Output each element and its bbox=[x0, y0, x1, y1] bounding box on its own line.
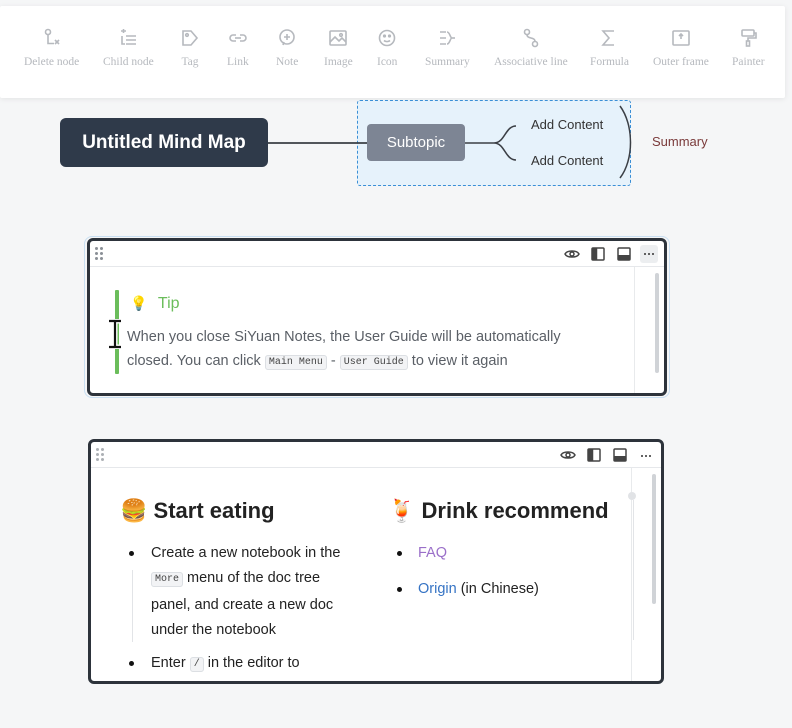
painter-label: Painter bbox=[732, 56, 765, 68]
faq-link[interactable]: FAQ bbox=[418, 545, 447, 561]
list-item-text: Enter bbox=[151, 655, 190, 671]
column-resize-handle[interactable] bbox=[628, 492, 636, 500]
drag-handle-icon[interactable] bbox=[95, 247, 107, 261]
split-left-icon[interactable] bbox=[590, 246, 606, 262]
icon-label: Icon bbox=[377, 56, 398, 68]
burger-icon: 🍔 bbox=[120, 499, 148, 524]
tag-label: Tag bbox=[181, 56, 199, 68]
text-cursor-icon bbox=[109, 319, 121, 349]
formula-button[interactable]: Formula bbox=[590, 28, 629, 68]
cocktail-icon: 🍹 bbox=[388, 499, 416, 524]
outer-frame-icon bbox=[672, 30, 690, 46]
link-label: Link bbox=[227, 56, 249, 68]
list-item: Enter / in the editor to bbox=[151, 651, 361, 679]
drag-handle-icon[interactable] bbox=[96, 448, 108, 462]
image-label: Image bbox=[324, 56, 353, 68]
list-item-text: (in Chinese) bbox=[456, 581, 539, 597]
painter-button[interactable]: Painter bbox=[732, 28, 765, 68]
subtopic-node[interactable]: Subtopic bbox=[367, 124, 465, 161]
slash-kbd: / bbox=[189, 657, 204, 672]
root-node[interactable]: Untitled Mind Map bbox=[60, 118, 268, 167]
icon-icon bbox=[378, 29, 396, 47]
tip-embed-block[interactable]: 💡 Tip When you close SiYuan Notes, the U… bbox=[87, 238, 667, 396]
more-kbd: More bbox=[151, 571, 184, 587]
lightbulb-icon: 💡 bbox=[130, 296, 148, 312]
user-guide-kbd: User Guide bbox=[339, 355, 408, 370]
tip-heading: 💡 Tip bbox=[130, 295, 180, 313]
child-node-icon bbox=[121, 29, 137, 45]
painter-icon bbox=[741, 29, 758, 47]
summary-button[interactable]: Summary bbox=[425, 28, 470, 68]
tag-icon bbox=[182, 30, 199, 46]
mindmap-toolbar: Delete node Child node Tag Link Note Ima… bbox=[0, 6, 785, 98]
list-bullet bbox=[397, 587, 402, 592]
tip-title: Tip bbox=[157, 295, 180, 312]
list-item-text: Create a new notebook in the bbox=[151, 545, 341, 561]
image-button[interactable]: Image bbox=[324, 28, 353, 68]
separator-text: - bbox=[326, 353, 340, 369]
list-item-text: in the editor to bbox=[203, 655, 300, 671]
associative-line-icon bbox=[523, 28, 539, 48]
block-toolbar bbox=[90, 241, 664, 267]
split-bottom-icon[interactable] bbox=[616, 246, 632, 262]
heading-text: Drink recommend bbox=[421, 498, 609, 523]
outer-frame-label: Outer frame bbox=[653, 56, 709, 68]
link-button[interactable]: Link bbox=[227, 28, 249, 68]
note-icon bbox=[279, 29, 295, 46]
more-icon[interactable] bbox=[637, 447, 653, 463]
main-menu-kbd: Main Menu bbox=[264, 355, 327, 370]
origin-link[interactable]: Origin bbox=[418, 581, 457, 597]
block-toolbar bbox=[91, 442, 661, 468]
eye-icon[interactable] bbox=[564, 246, 580, 262]
formula-icon bbox=[601, 30, 615, 46]
link-icon bbox=[229, 34, 247, 42]
heading-text: Start eating bbox=[153, 498, 275, 523]
split-bottom-icon[interactable] bbox=[612, 447, 628, 463]
list-bullet bbox=[129, 661, 134, 666]
list-item: Create a new notebook in the More menu o… bbox=[151, 541, 361, 642]
leaf-node[interactable]: Add Content bbox=[531, 153, 603, 168]
delete-node-icon bbox=[44, 28, 60, 45]
more-icon[interactable] bbox=[640, 245, 658, 263]
formula-label: Formula bbox=[590, 56, 629, 68]
scrollbar-thumb[interactable] bbox=[655, 273, 659, 373]
image-icon bbox=[329, 30, 348, 46]
summary-node[interactable]: Summary bbox=[652, 134, 708, 149]
list-guide-line bbox=[132, 570, 133, 642]
start-eating-heading: 🍔 Start eating bbox=[120, 498, 275, 524]
list-item-text: menu of the doc tree bbox=[183, 569, 321, 586]
child-node-label: Child node bbox=[103, 56, 154, 68]
note-label: Note bbox=[276, 56, 299, 68]
list-item-text: under the notebook bbox=[151, 621, 276, 638]
delete-node-label: Delete node bbox=[24, 56, 80, 68]
eye-icon[interactable] bbox=[560, 447, 576, 463]
list-bullet bbox=[129, 551, 134, 556]
split-left-icon[interactable] bbox=[586, 447, 602, 463]
associative-line-label: Associative line bbox=[494, 56, 568, 68]
list-item: Origin (in Chinese) bbox=[418, 577, 539, 602]
outer-frame-button[interactable]: Outer frame bbox=[653, 28, 709, 68]
list-item: FAQ bbox=[418, 541, 447, 566]
child-node-button[interactable]: Child node bbox=[103, 28, 154, 68]
delete-node-button[interactable]: Delete node bbox=[24, 28, 79, 68]
drink-recommend-heading: 🍹 Drink recommend bbox=[388, 498, 609, 524]
list-item-text: panel, and create a new doc bbox=[151, 597, 334, 613]
summary-label: Summary bbox=[425, 56, 470, 68]
scrollbar-track bbox=[634, 267, 635, 393]
guide-embed-block[interactable]: 🍔 Start eating Create a new notebook in … bbox=[88, 439, 664, 684]
summary-icon bbox=[440, 31, 456, 45]
tag-button[interactable]: Tag bbox=[180, 28, 200, 68]
column-divider bbox=[633, 500, 634, 640]
scrollbar-thumb[interactable] bbox=[652, 474, 656, 604]
leaf-node[interactable]: Add Content bbox=[531, 117, 603, 132]
tip-body-text-end: to view it again bbox=[407, 353, 508, 369]
list-item-line: More menu of the doc tree bbox=[151, 566, 361, 594]
note-button[interactable]: Note bbox=[276, 28, 298, 68]
icon-button[interactable]: Icon bbox=[377, 28, 397, 68]
associative-line-button[interactable]: Associative line bbox=[494, 28, 568, 68]
tip-text: When you close SiYuan Notes, the User Gu… bbox=[127, 325, 597, 376]
list-bullet bbox=[397, 551, 402, 556]
